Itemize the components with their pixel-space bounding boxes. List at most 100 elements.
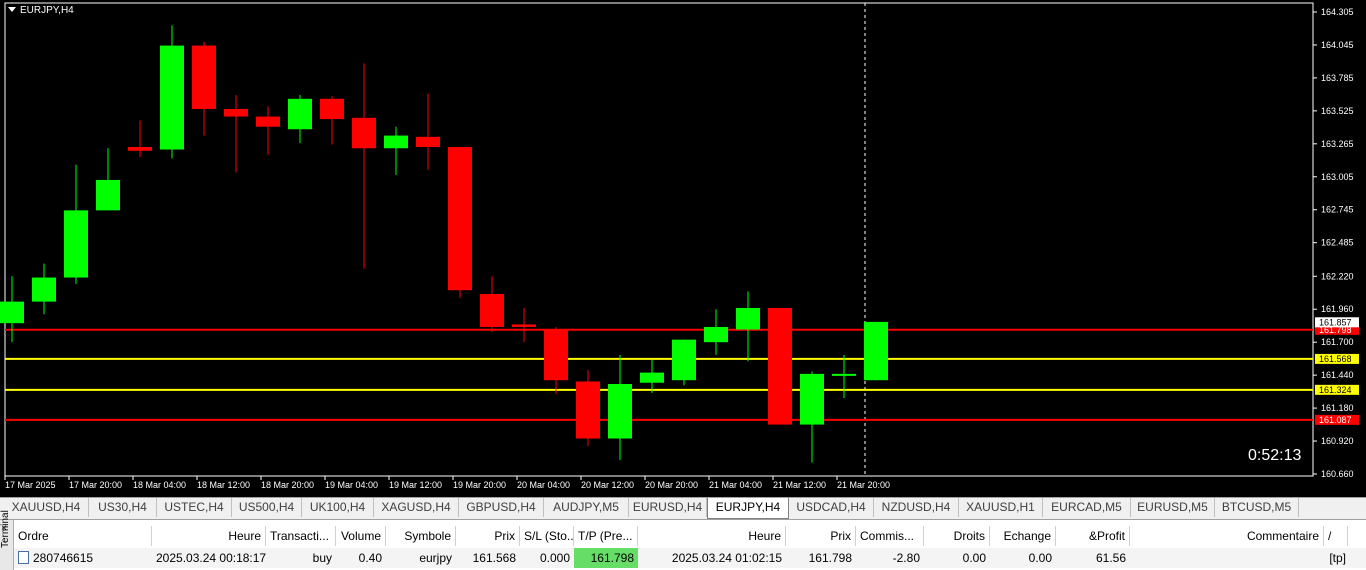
cell-heure-close: 2025.03.24 01:02:15 xyxy=(671,551,782,565)
price-tick-label: 163.525 xyxy=(1321,106,1354,116)
candle-body xyxy=(672,339,696,381)
candle-body xyxy=(352,117,376,149)
tab-eurusd-m5[interactable]: EURUSD,M5 xyxy=(1131,498,1215,517)
price-tick-label: 164.045 xyxy=(1321,40,1354,50)
price-tick-label: 164.305 xyxy=(1321,7,1354,17)
tab-us30-h4[interactable]: US30,H4 xyxy=(89,498,157,517)
column-header[interactable]: T/P (Pre... xyxy=(574,526,638,546)
column-header[interactable]: Prix xyxy=(786,526,856,546)
column-header[interactable]: Transacti... xyxy=(266,526,336,546)
time-tick-label: 17 Mar 20:00 xyxy=(69,480,122,490)
candle-body xyxy=(480,294,504,327)
tab-xauusd-h4[interactable]: XAUUSD,H4 xyxy=(4,498,89,517)
bid-label: 161.857 xyxy=(1319,317,1352,327)
candle-body xyxy=(640,372,664,383)
candle-body xyxy=(448,146,472,291)
tab-xauusd-h1[interactable]: XAUUSD,H1 xyxy=(959,498,1043,517)
candle-body xyxy=(832,373,856,376)
column-header[interactable]: Heure xyxy=(152,526,266,546)
price-chart[interactable]: 164.305 164.045 163.785 163.525 163.265 163.0… xyxy=(0,0,1366,497)
tab-uk100-h4[interactable]: UK100,H4 xyxy=(302,498,374,517)
cell-echange: 0.00 xyxy=(1028,551,1052,565)
tab-eurjpy-h4[interactable]: EURJPY,H4 xyxy=(707,498,789,519)
price-tick-label: 161.960 xyxy=(1321,304,1354,314)
tab-usdcad-h4[interactable]: USDCAD,H4 xyxy=(789,498,874,517)
tab-nzdusd-h4[interactable]: NZDUSD,H4 xyxy=(874,498,959,517)
cell-commission: -2.80 xyxy=(892,551,920,565)
candle-body xyxy=(704,326,728,343)
tab-eurusd-h4[interactable]: EURUSD,H4 xyxy=(629,498,707,517)
time-tick-label: 20 Mar 04:00 xyxy=(517,480,570,490)
price-tick-label: 161.440 xyxy=(1321,370,1354,380)
column-header[interactable]: Echange xyxy=(990,526,1056,546)
terminal-header-row: Ordre Heure Transacti... Volume Symbole Prix S… xyxy=(14,526,1366,546)
time-tick-label: 18 Mar 04:00 xyxy=(133,480,186,490)
cell-droits: 0.00 xyxy=(962,551,986,565)
column-header[interactable]: &Profit xyxy=(1056,526,1130,546)
time-tick-label: 21 Mar 20:00 xyxy=(837,480,890,490)
tab-ustec-h4[interactable]: USTEC,H4 xyxy=(157,498,232,517)
candle-body xyxy=(736,307,760,330)
price-tick-label: 161.700 xyxy=(1321,337,1354,347)
cell-tp: 161.798 xyxy=(574,548,638,568)
cell-prix-close: 161.798 xyxy=(808,551,852,565)
cell-commentaire: [tp] xyxy=(1329,551,1346,565)
time-tick-label: 21 Mar 04:00 xyxy=(709,480,762,490)
chart-window[interactable]: 164.305 164.045 163.785 163.525 163.265 163.0… xyxy=(0,0,1366,497)
column-header[interactable]: Prix xyxy=(456,526,520,546)
column-header[interactable]: Commentaire xyxy=(1130,526,1324,546)
candle-body xyxy=(64,210,88,278)
candle-body xyxy=(608,384,632,439)
column-header[interactable]: Ordre xyxy=(14,526,152,546)
candle-body xyxy=(320,98,344,120)
column-header[interactable]: S/L (Sto... xyxy=(520,526,574,546)
time-tick-label: 18 Mar 20:00 xyxy=(261,480,314,490)
candle-body xyxy=(288,98,312,130)
column-header[interactable]: Symbole xyxy=(386,526,456,546)
price-tick-label: 163.785 xyxy=(1321,73,1354,83)
price-tick-label: 162.745 xyxy=(1321,205,1354,215)
candle-body xyxy=(768,307,792,425)
cell-sl: 0.000 xyxy=(539,551,570,565)
table-row[interactable]: 280746615 2025.03.24 00:18:17 buy 0.40 e… xyxy=(14,548,1366,568)
time-tick-label: 21 Mar 12:00 xyxy=(773,480,826,490)
price-tick-label: 163.265 xyxy=(1321,139,1354,149)
candle-body xyxy=(384,135,408,149)
time-tick-label: 19 Mar 20:00 xyxy=(453,480,506,490)
candle-body xyxy=(544,329,568,381)
tab-gbpusd-h4[interactable]: GBPUSD,H4 xyxy=(459,498,544,517)
column-header[interactable]: / xyxy=(1324,526,1348,546)
price-level-label: 161.087 xyxy=(1319,415,1352,425)
tab-eurcad-m5[interactable]: EURCAD,M5 xyxy=(1043,498,1131,517)
column-header[interactable]: Commis... xyxy=(856,526,924,546)
column-header[interactable]: Volume xyxy=(336,526,386,546)
chart-symbol-text: EURJPY,H4 xyxy=(20,5,74,16)
price-tick-label: 162.220 xyxy=(1321,271,1354,281)
cell-ordre: 280746615 xyxy=(14,548,152,568)
time-tick-label: 17 Mar 2025 xyxy=(5,480,56,490)
candle-body xyxy=(576,381,600,439)
price-tick-label: 163.005 xyxy=(1321,172,1354,182)
tab-btcusd-m5[interactable]: BTCUSD,M5 xyxy=(1215,498,1299,517)
cell-heure: 2025.03.24 00:18:17 xyxy=(156,551,266,565)
bar-countdown-timer: 0:52:13 xyxy=(1248,447,1302,464)
candle-body xyxy=(32,277,56,302)
column-header[interactable]: Droits xyxy=(924,526,990,546)
candle-body xyxy=(416,136,440,147)
candle-body xyxy=(128,146,152,151)
time-tick-label: 20 Mar 12:00 xyxy=(581,480,634,490)
price-tick-label: 162.485 xyxy=(1321,238,1354,248)
price-level-label: 161.568 xyxy=(1319,354,1352,364)
price-tick-label: 160.660 xyxy=(1321,469,1354,479)
candle-body xyxy=(256,116,280,127)
candle-body xyxy=(864,321,888,381)
tab-xagusd-h4[interactable]: XAGUSD,H4 xyxy=(374,498,459,517)
column-header[interactable]: Heure xyxy=(638,526,786,546)
tab-audjpy-m5[interactable]: AUDJPY,M5 xyxy=(544,498,629,517)
terminal-side-strip: × Terminal xyxy=(0,510,14,570)
tab-us500-h4[interactable]: US500,H4 xyxy=(232,498,302,517)
dropdown-triangle-icon[interactable] xyxy=(8,7,16,12)
terminal-side-label: Terminal xyxy=(0,510,11,548)
time-tick-label: 18 Mar 12:00 xyxy=(197,480,250,490)
time-tick-label: 19 Mar 12:00 xyxy=(389,480,442,490)
